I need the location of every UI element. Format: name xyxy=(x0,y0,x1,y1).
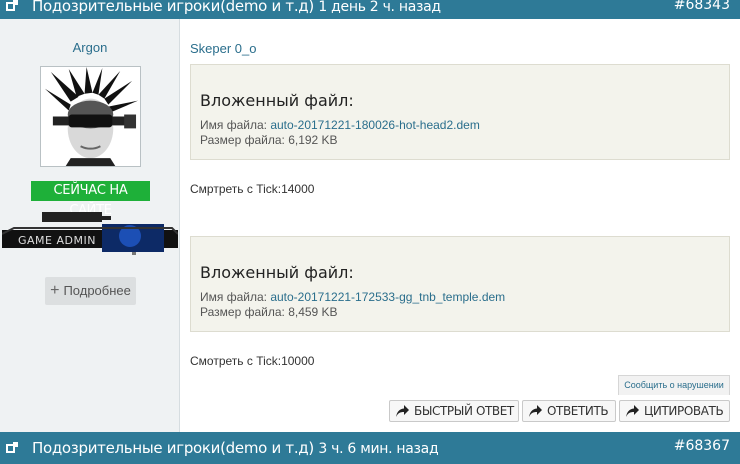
post-bullet-icon xyxy=(6,442,18,453)
reply-button[interactable]: ОТВЕТИТЬ xyxy=(522,400,616,422)
quote-button[interactable]: ЦИТИРОВАТЬ xyxy=(619,400,730,422)
reply-to-name[interactable]: Skeper 0_o xyxy=(190,41,257,56)
post-time: 3 ч. 6 мин. назад xyxy=(318,441,439,457)
post-text: Смотреть с Tick:10000 xyxy=(190,354,315,368)
avatar-image xyxy=(41,67,140,166)
share-arrow-icon xyxy=(626,405,639,417)
post-title[interactable]: Подозрительные игроки(demo и т.д) 1 день… xyxy=(32,0,441,17)
plus-icon: + xyxy=(50,282,60,299)
author-sidebar: Argon СЕЙЧАС НА САЙТЕ GAME ADMIN + Подро… xyxy=(0,19,180,432)
rank-banner-image: GAME ADMIN xyxy=(1,212,179,255)
file-size-value: 6,192 KB xyxy=(288,133,338,147)
post-title[interactable]: Подозрительные игроки(demo и т.д) 3 ч. 6… xyxy=(32,438,439,459)
attachment-file-link[interactable]: auto-20171221-172533-gg_tnb_temple.dem xyxy=(270,290,505,304)
post-content: Skeper 0_o Вложенный файл: Имя файла: au… xyxy=(180,19,740,432)
rank-banner: GAME ADMIN xyxy=(1,212,179,257)
more-info-button[interactable]: + Подробнее xyxy=(45,277,136,305)
file-size-value: 8,459 KB xyxy=(288,305,338,319)
topic-title[interactable]: Подозрительные игроки(demo и т.д) xyxy=(32,0,314,15)
attachment-box: Вложенный файл: Имя файла: auto-20171221… xyxy=(190,236,730,332)
file-size-label: Размер файла: xyxy=(200,305,285,319)
attachment-file-row: Имя файла: auto-20171221-180026-hot-head… xyxy=(200,118,729,133)
attachment-size-row: Размер файла: 8,459 KB xyxy=(200,305,729,320)
attachment-file-link[interactable]: auto-20171221-180026-hot-head2.dem xyxy=(270,118,480,132)
author-name[interactable]: Argon xyxy=(0,40,180,55)
post-number[interactable]: #68367 xyxy=(674,437,730,455)
topic-title[interactable]: Подозрительные игроки(demo и т.д) xyxy=(32,439,314,457)
avatar[interactable] xyxy=(40,66,141,167)
fast-reply-label: БЫСТРЫЙ ОТВЕТ xyxy=(414,404,514,418)
post-number[interactable]: #68343 xyxy=(674,0,730,14)
rank-label: GAME ADMIN xyxy=(18,234,96,247)
attachment-size-row: Размер файла: 6,192 KB xyxy=(200,133,729,148)
post-time: 1 день 2 ч. назад xyxy=(318,0,441,15)
share-arrow-icon xyxy=(396,405,409,417)
more-info-label: Подробнее xyxy=(63,283,131,298)
file-name-label: Имя файла: xyxy=(200,118,267,132)
post-text: Смртреть с Tick:14000 xyxy=(190,182,315,196)
attachment-file-row: Имя файла: auto-20171221-172533-gg_tnb_t… xyxy=(200,290,729,305)
post-header: Подозрительные игроки(demo и т.д) 3 ч. 6… xyxy=(0,432,740,464)
attachment-box: Вложенный файл: Имя файла: auto-20171221… xyxy=(190,64,730,160)
share-arrow-icon xyxy=(529,405,542,417)
fast-reply-button[interactable]: БЫСТРЫЙ ОТВЕТ xyxy=(389,400,519,422)
quote-label: ЦИТИРОВАТЬ xyxy=(644,404,724,418)
attachment-heading: Вложенный файл: xyxy=(200,263,354,282)
file-size-label: Размер файла: xyxy=(200,133,285,147)
online-status-badge: СЕЙЧАС НА САЙТЕ xyxy=(31,181,150,218)
report-link[interactable]: Сообщить о нарушении xyxy=(618,375,730,395)
post-bullet-icon xyxy=(6,0,18,11)
post-header: Подозрительные игроки(demo и т.д) 1 день… xyxy=(0,0,740,19)
file-name-label: Имя файла: xyxy=(200,290,267,304)
reply-label: ОТВЕТИТЬ xyxy=(547,404,609,418)
attachment-heading: Вложенный файл: xyxy=(200,91,354,110)
